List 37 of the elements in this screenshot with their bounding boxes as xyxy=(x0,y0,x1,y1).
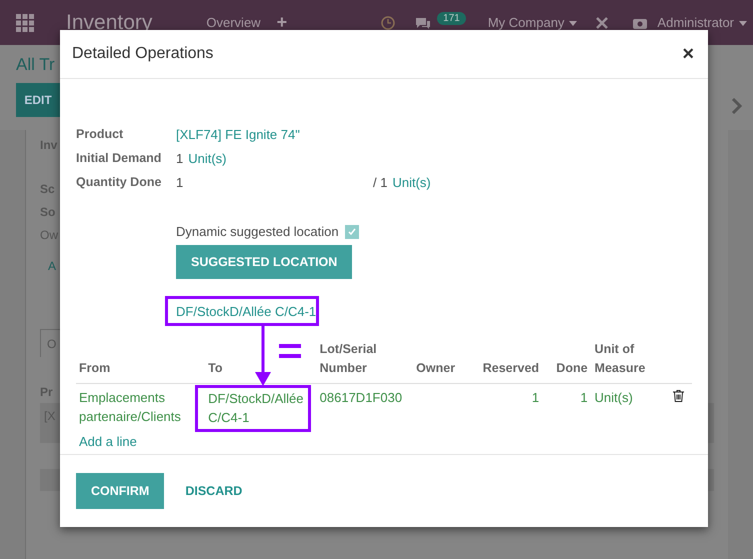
column-header: Unit of Measure xyxy=(592,340,670,384)
app-title: Inventory xyxy=(66,10,152,34)
edit-button[interactable]: EDIT xyxy=(16,83,60,117)
column-header: Owner xyxy=(413,340,470,384)
field-label: Product xyxy=(76,127,124,141)
highlighted-cell: DF/StockD/Allée C/C4-1 xyxy=(195,385,312,432)
discard-button[interactable]: DISCARD xyxy=(169,473,258,509)
smart-button[interactable]: A xyxy=(48,259,56,273)
confirm-button[interactable]: CONFIRM xyxy=(76,473,164,509)
column-header: Done xyxy=(543,340,592,384)
product-link[interactable]: [XLF74] FE Ignite 74" xyxy=(176,126,300,142)
column-header: From xyxy=(76,340,206,384)
user-menu[interactable]: Administrator xyxy=(657,15,747,30)
table-cell: 1 xyxy=(543,384,592,432)
table-cell: 08617D1F030 xyxy=(316,384,414,432)
field-value: 1 xyxy=(176,150,184,166)
unit-link[interactable]: Unit(s) xyxy=(188,150,227,166)
table-cell: 1 xyxy=(470,384,544,432)
column-header: Lot/Serial Number xyxy=(316,340,414,384)
nav-menu-item[interactable]: + xyxy=(276,12,288,33)
add-line-link[interactable]: Add a line xyxy=(79,434,137,449)
field-value: / 1 xyxy=(373,174,388,190)
nav-menu-item[interactable]: Overview xyxy=(206,15,261,30)
location-link[interactable]: DF/StockD/Allée C/C4-1 xyxy=(176,304,316,318)
suggested-location-button[interactable]: SUGGESTED LOCATION xyxy=(176,245,352,279)
company-switcher[interactable]: My Company xyxy=(488,15,578,30)
breadcrumb[interactable]: All Tr xyxy=(16,55,55,75)
checkbox-label: Dynamic suggested location xyxy=(176,224,339,239)
column-header: Reserved xyxy=(470,340,544,384)
unit-link[interactable]: Unit(s) xyxy=(392,174,431,190)
close-button[interactable]: × xyxy=(680,42,696,66)
field-label: Initial Demand xyxy=(76,151,162,165)
table-cell: Unit(s) xyxy=(592,384,670,432)
message-count-badge: 171 xyxy=(437,12,466,25)
field-label: Quantity Done xyxy=(76,175,162,189)
dialog-title: Detailed Operations xyxy=(72,45,214,63)
field-value: 1 xyxy=(176,174,184,190)
